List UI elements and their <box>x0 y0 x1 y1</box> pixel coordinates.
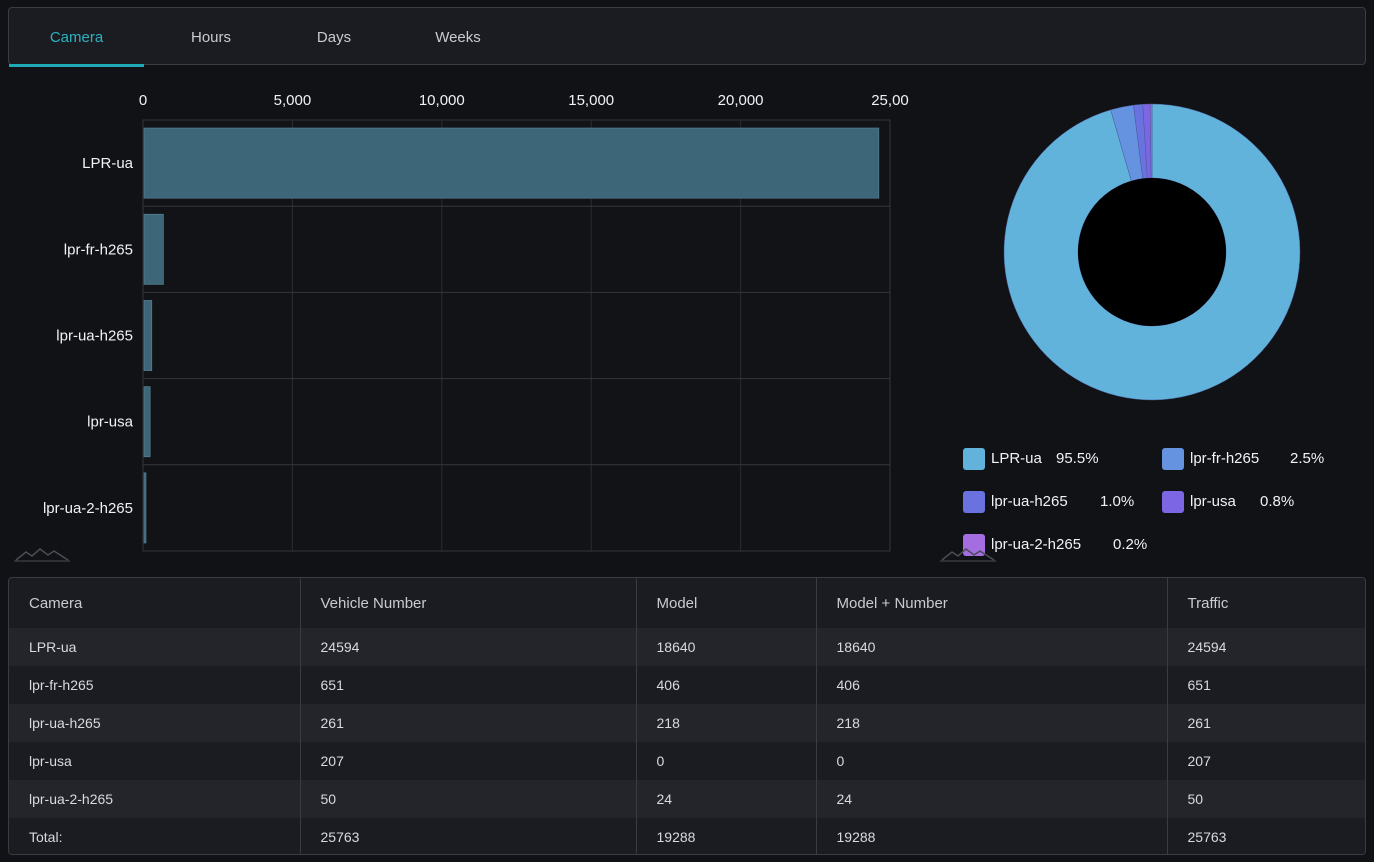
table-cell: LPR-ua <box>9 628 301 666</box>
y-category-label: lpr-ua-h265 <box>56 328 133 345</box>
table-total-row: Total: 25763 19288 19288 25763 <box>9 818 1365 854</box>
table-cell: 218 <box>636 704 817 742</box>
view-tabs: Camera Hours Days Weeks <box>8 7 1366 67</box>
legend-percent: 2.5% <box>1290 450 1325 467</box>
legend-swatch <box>1162 491 1184 513</box>
table-cell: Total: <box>9 818 301 854</box>
x-tick-label: 10,000 <box>419 92 465 109</box>
table-row: lpr-ua-2-h265 50 24 24 50 <box>9 780 1365 818</box>
camera-donut-chart <box>1003 103 1301 401</box>
legend-percent: 1.0% <box>1100 493 1135 510</box>
table-cell: 50 <box>300 780 637 818</box>
legend-percent: 0.2% <box>1113 536 1148 553</box>
table-cell: 24 <box>636 780 817 818</box>
table-row: LPR-ua 24594 18640 18640 24594 <box>9 628 1365 666</box>
y-category-label: lpr-fr-h265 <box>64 241 133 258</box>
donut-hole <box>1078 178 1226 326</box>
table-cell: 18640 <box>636 628 817 666</box>
x-tick-label: 5,000 <box>274 92 312 109</box>
table-cell: 25763 <box>300 818 637 854</box>
table-cell: 207 <box>300 742 637 780</box>
table-cell: 651 <box>300 666 637 704</box>
table-cell: lpr-fr-h265 <box>9 666 301 704</box>
column-header-traffic[interactable]: Traffic <box>1167 578 1365 628</box>
legend-label: LPR-ua <box>991 450 1042 467</box>
legend-label: lpr-usa <box>1190 493 1236 510</box>
table-cell: lpr-usa <box>9 742 301 780</box>
table-row: lpr-ua-h265 261 218 218 261 <box>9 704 1365 742</box>
tab-days[interactable]: Days <box>289 8 379 66</box>
tab-weeks[interactable]: Weeks <box>409 8 507 66</box>
x-tick-label: 25,00 <box>871 92 909 109</box>
table-cell: 406 <box>816 666 1168 704</box>
table-cell: 18640 <box>816 628 1168 666</box>
table-cell: 261 <box>300 704 637 742</box>
table-cell: lpr-ua-2-h265 <box>9 780 301 818</box>
chart-logo-icon <box>14 548 70 562</box>
table-cell: 0 <box>816 742 1168 780</box>
column-header-vehicle-number[interactable]: Vehicle Number <box>300 578 637 628</box>
tab-hours[interactable]: Hours <box>164 8 258 66</box>
legend-label: lpr-ua-h265 <box>991 493 1068 510</box>
column-header-camera[interactable]: Camera <box>9 578 301 628</box>
table-cell: 25763 <box>1167 818 1365 854</box>
legend-swatch <box>963 491 985 513</box>
y-category-label: lpr-usa <box>87 414 134 431</box>
bar <box>143 472 147 544</box>
legend-swatch <box>1162 448 1184 470</box>
table-cell: 0 <box>636 742 817 780</box>
table-cell: 207 <box>1167 742 1365 780</box>
legend-label: lpr-fr-h265 <box>1190 450 1260 467</box>
table-cell: 651 <box>1167 666 1365 704</box>
y-category-label: lpr-ua-2-h265 <box>43 500 133 517</box>
column-header-model[interactable]: Model <box>636 578 817 628</box>
legend-swatch <box>963 448 985 470</box>
table-cell: 24594 <box>300 628 637 666</box>
table-cell: 19288 <box>636 818 817 854</box>
table-row: lpr-usa 207 0 0 207 <box>9 742 1365 780</box>
camera-bar-chart: 0 5,000 10,000 15,000 20,000 25,00 LPR-ua lpr-f… <box>43 92 909 552</box>
table-cell: 218 <box>816 704 1168 742</box>
x-tick-label: 20,000 <box>718 92 764 109</box>
camera-stats-table: Camera Vehicle Number Model Model + Numb… <box>8 577 1366 855</box>
x-tick-label: 0 <box>139 92 147 109</box>
legend-percent: 95.5% <box>1056 450 1099 467</box>
legend-percent: 0.8% <box>1260 493 1295 510</box>
x-tick-label: 15,000 <box>568 92 614 109</box>
table-cell: 261 <box>1167 704 1365 742</box>
bar <box>143 127 880 199</box>
chart-logo-icon <box>940 548 996 562</box>
bar <box>143 213 164 285</box>
legend-label: lpr-ua-2-h265 <box>991 536 1082 553</box>
table-cell: 24 <box>816 780 1168 818</box>
table-header-row: Camera Vehicle Number Model Model + Numb… <box>9 578 1365 628</box>
table-cell: 406 <box>636 666 817 704</box>
column-header-model-number[interactable]: Model + Number <box>816 578 1168 628</box>
bar <box>143 300 153 371</box>
table-cell: 50 <box>1167 780 1365 818</box>
table-cell: 19288 <box>816 818 1168 854</box>
table-row: lpr-fr-h265 651 406 406 651 <box>9 666 1365 704</box>
y-category-label: LPR-ua <box>82 155 134 172</box>
tab-camera[interactable]: Camera <box>9 8 144 67</box>
table-cell: 24594 <box>1167 628 1365 666</box>
table-cell: lpr-ua-h265 <box>9 704 301 742</box>
bar <box>143 386 151 458</box>
